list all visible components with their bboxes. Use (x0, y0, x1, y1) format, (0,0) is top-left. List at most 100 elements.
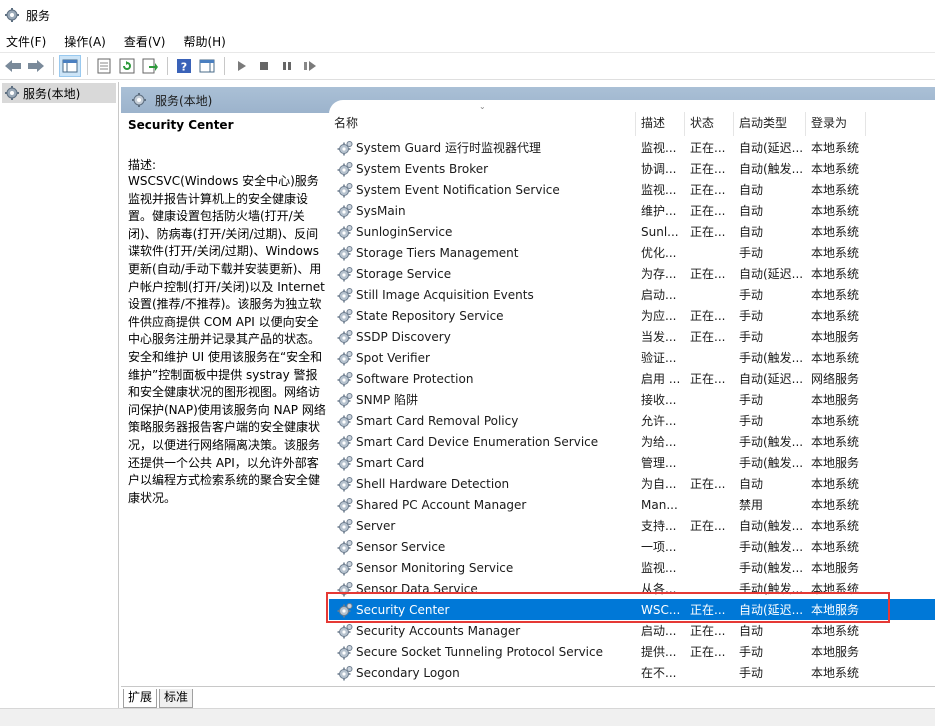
service-row[interactable]: Smart Card 管理... 手动(触发... 本地服务 (329, 452, 935, 473)
tab-extended[interactable]: 扩展 (123, 689, 158, 708)
service-gear-icon (337, 140, 353, 155)
service-log-on-as-cell: 本地系统 (811, 204, 860, 218)
service-name: SSDP Discovery (356, 329, 451, 344)
service-row[interactable]: Shared PC Account Manager Man... 禁用 本地系统 (329, 494, 935, 515)
column-header-log-on-as[interactable]: 登录为 (806, 112, 866, 136)
services-gear-icon (5, 86, 19, 100)
stop-service-button[interactable] (253, 55, 275, 77)
help-button[interactable]: ? (173, 55, 195, 77)
service-status-cell: 正在... (690, 477, 726, 491)
service-status-cell: 正在... (690, 204, 726, 218)
service-gear-icon (337, 602, 353, 617)
service-log-on-as-cell: 本地系统 (811, 666, 860, 680)
service-row[interactable]: Software Protection 启用 ... 正在... 自动(延迟... 网络… (329, 368, 935, 389)
service-name-cell: SNMP 陷阱 (329, 391, 636, 408)
service-gear-icon (337, 413, 353, 428)
service-status-cell: 正在... (690, 645, 726, 659)
refresh-button[interactable] (116, 55, 138, 77)
service-status-cell: 正在... (690, 309, 726, 323)
service-name-cell: Sensor Data Service (329, 581, 636, 597)
start-service-button[interactable] (230, 55, 252, 77)
pause-service-button[interactable] (276, 55, 298, 77)
service-row[interactable]: Still Image Acquisition Events 启动... 手动 本地系… (329, 284, 935, 305)
service-row[interactable]: Smart Card Removal Policy 允许... 手动 本地系统 (329, 410, 935, 431)
export-list-button[interactable] (139, 55, 161, 77)
service-name-cell: System Guard 运行时监视器代理 (329, 139, 636, 156)
service-row[interactable]: Storage Service 为存... 正在... 自动(延迟... 本地系统 (329, 263, 935, 284)
service-name-cell: SysMain (329, 203, 636, 219)
service-name-cell: Smart Card Removal Policy (329, 413, 636, 429)
service-status-cell: 正在... (690, 225, 726, 239)
service-name: System Guard 运行时监视器代理 (356, 141, 541, 155)
service-description-cell: Man... (641, 497, 678, 512)
service-name-cell: Smart Card (329, 455, 636, 471)
service-startup-type-cell: 自动(触发... (739, 162, 804, 176)
service-row[interactable]: Sensor Data Service 从各... 手动(触发... 本地系统 (329, 578, 935, 599)
service-description-cell: 从各... (641, 582, 677, 596)
service-row[interactable]: Secure Socket Tunneling Protocol Service… (329, 641, 935, 662)
service-row[interactable]: Smart Card Device Enumeration Service 为给.… (329, 431, 935, 452)
back-button[interactable] (2, 55, 24, 77)
tab-standard[interactable]: 标准 (159, 689, 194, 708)
restart-service-button[interactable] (299, 55, 321, 77)
properties-button[interactable] (93, 55, 115, 77)
service-row[interactable]: Secondary Logon 在不... 手动 本地系统 (329, 662, 935, 683)
service-row[interactable]: SSDP Discovery 当发... 正在... 手动 本地服务 (329, 326, 935, 347)
service-row[interactable]: Server 支持... 正在... 自动(触发... 本地系统 (329, 515, 935, 536)
service-row[interactable]: SysMain 维护... 正在... 自动 本地系统 (329, 200, 935, 221)
column-header-startup-type[interactable]: 启动类型 (734, 112, 806, 136)
service-log-on-as-cell: 本地系统 (811, 183, 860, 197)
service-name-cell: SunloginService (329, 224, 636, 240)
service-log-on-as-cell: 本地服务 (811, 603, 860, 617)
service-status-cell: 正在... (690, 267, 726, 281)
properties-icon (97, 58, 111, 74)
service-name: Storage Service (356, 266, 452, 281)
service-name: Smart Card (356, 455, 425, 470)
menu-file[interactable]: 文件(F) (4, 31, 48, 52)
service-gear-icon (337, 497, 353, 512)
show-action-pane-button[interactable] (196, 55, 218, 77)
service-row[interactable]: System Event Notification Service 监视... 正在… (329, 179, 935, 200)
service-row[interactable]: Spot Verifier 验证... 手动(触发... 本地系统 (329, 347, 935, 368)
service-row[interactable]: Security Accounts Manager 启动... 正在... 自动 本地系… (329, 620, 935, 641)
service-row[interactable]: Storage Tiers Management 优化... 手动 本地系统 (329, 242, 935, 263)
menu-action[interactable]: 操作(A) (62, 31, 108, 52)
toolbar-separator (53, 57, 54, 75)
service-startup-type-cell: 自动 (739, 624, 764, 638)
services-gear-icon (5, 8, 19, 22)
service-row[interactable]: Shell Hardware Detection 为自... 正在... 自动 本地系统 (329, 473, 935, 494)
service-row[interactable]: SunloginService Sunl... 正在... 自动 本地系统 (329, 221, 935, 242)
service-startup-type-cell: 自动(延迟... (739, 603, 804, 617)
column-header-status[interactable]: 状态 (685, 112, 734, 136)
service-row[interactable]: Security Center WSC... 正在... 自动(延迟... 本地服务 (329, 599, 935, 620)
service-description-cell: 启用 ... (641, 372, 681, 386)
menu-help[interactable]: 帮助(H) (181, 31, 227, 52)
service-description-cell: WSC... (641, 602, 681, 617)
service-gear-icon (337, 350, 353, 365)
service-startup-type-cell: 手动(触发... (739, 456, 804, 470)
column-header-description[interactable]: 描述 (636, 112, 685, 136)
tree-item-services-local[interactable]: 服务(本地) (2, 83, 116, 103)
menu-view[interactable]: 查看(V) (122, 31, 168, 52)
service-row[interactable]: Sensor Service 一项... 手动(触发... 本地系统 (329, 536, 935, 557)
service-status-cell: 正在... (690, 162, 726, 176)
back-arrow-icon (5, 60, 21, 72)
service-row[interactable]: SNMP 陷阱 接收... 手动 本地服务 (329, 389, 935, 410)
stop-icon (260, 62, 268, 70)
service-name: Secondary Logon (356, 665, 460, 680)
service-row[interactable]: System Guard 运行时监视器代理 监视... 正在... 自动(延迟... 本… (329, 137, 935, 158)
service-name: Security Center (356, 602, 450, 617)
service-name: SNMP 陷阱 (356, 393, 418, 407)
play-icon (238, 61, 246, 71)
service-row[interactable]: State Repository Service 为应... 正在... 手动 本地系统 (329, 305, 935, 326)
forward-button[interactable] (25, 55, 47, 77)
service-row[interactable]: Sensor Monitoring Service 监视... 手动(触发... 本地… (329, 557, 935, 578)
service-row[interactable]: System Events Broker 协调... 正在... 自动(触发... 本地… (329, 158, 935, 179)
panel-title: 服务(本地) (155, 93, 213, 108)
service-name: Sensor Data Service (356, 581, 478, 596)
show-hide-console-tree-button[interactable] (59, 55, 81, 77)
service-description-cell: 协调... (641, 162, 677, 176)
service-description-cell: 维护... (641, 204, 677, 218)
column-header-name[interactable]: 名称 (329, 112, 636, 136)
service-name: Security Accounts Manager (356, 623, 521, 638)
